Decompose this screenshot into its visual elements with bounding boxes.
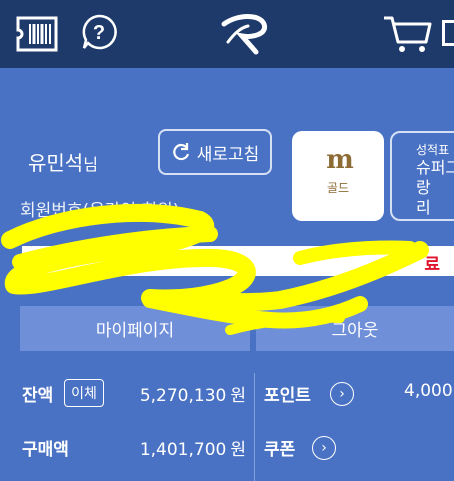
transfer-button[interactable]: 이체 [64, 379, 104, 407]
point-value: 4,000 [404, 381, 453, 401]
refresh-icon [172, 143, 189, 161]
top-navigation-bar: ? [0, 0, 454, 68]
coupon-label: 쿠폰 [264, 440, 296, 460]
performance-title: 성적표 [416, 143, 450, 157]
ticket-icon[interactable] [15, 15, 59, 53]
refresh-button[interactable]: 새로고침 [158, 129, 272, 175]
help-icon[interactable]: ? [80, 13, 118, 51]
notice-left-text: 0 [70, 250, 82, 270]
mypage-button[interactable]: 마이페이지 [20, 306, 250, 351]
menu-icon[interactable] [442, 20, 454, 46]
purchase-value-row: 1,401,700 원 [140, 435, 246, 460]
notice-right-text: 료 [424, 255, 440, 275]
gold-grade-icon: m [326, 145, 354, 175]
performance-card[interactable]: 성적표 슈퍼그랑 리 [390, 131, 454, 221]
balance-currency: 원 [230, 386, 246, 406]
purchase-label: 구매액 [22, 440, 69, 460]
svg-text:?: ? [93, 22, 105, 44]
balance-label: 잔액 [22, 386, 54, 406]
notice-bar: 0 료 [22, 246, 454, 276]
member-number: 회원번호(온라인 회원) [20, 201, 180, 221]
point-label: 포인트 [264, 386, 311, 406]
point-chevron-icon[interactable]: › [330, 382, 354, 406]
grade-card[interactable]: m 골드 [292, 131, 384, 221]
grade-label: 골드 [326, 181, 350, 195]
logout-button[interactable]: 그아웃 [256, 306, 454, 351]
cart-icon[interactable] [382, 12, 432, 54]
refresh-label: 새로고침 [196, 144, 260, 165]
coupon-chevron-icon[interactable]: › [312, 436, 336, 460]
user-name: 유민석님 [28, 147, 98, 176]
user-name-text: 유민석 [28, 151, 84, 175]
purchase-value: 1,401,700 [139, 440, 227, 460]
performance-value: 슈퍼그랑 리 [416, 158, 454, 217]
user-name-suffix: 님 [83, 155, 98, 174]
balance-value-row: 5,270,130 원 [140, 381, 246, 406]
balance-value: 5,270,130 [139, 386, 227, 406]
purchase-currency: 원 [230, 440, 246, 460]
column-divider [254, 373, 255, 481]
brand-logo[interactable] [218, 10, 272, 56]
